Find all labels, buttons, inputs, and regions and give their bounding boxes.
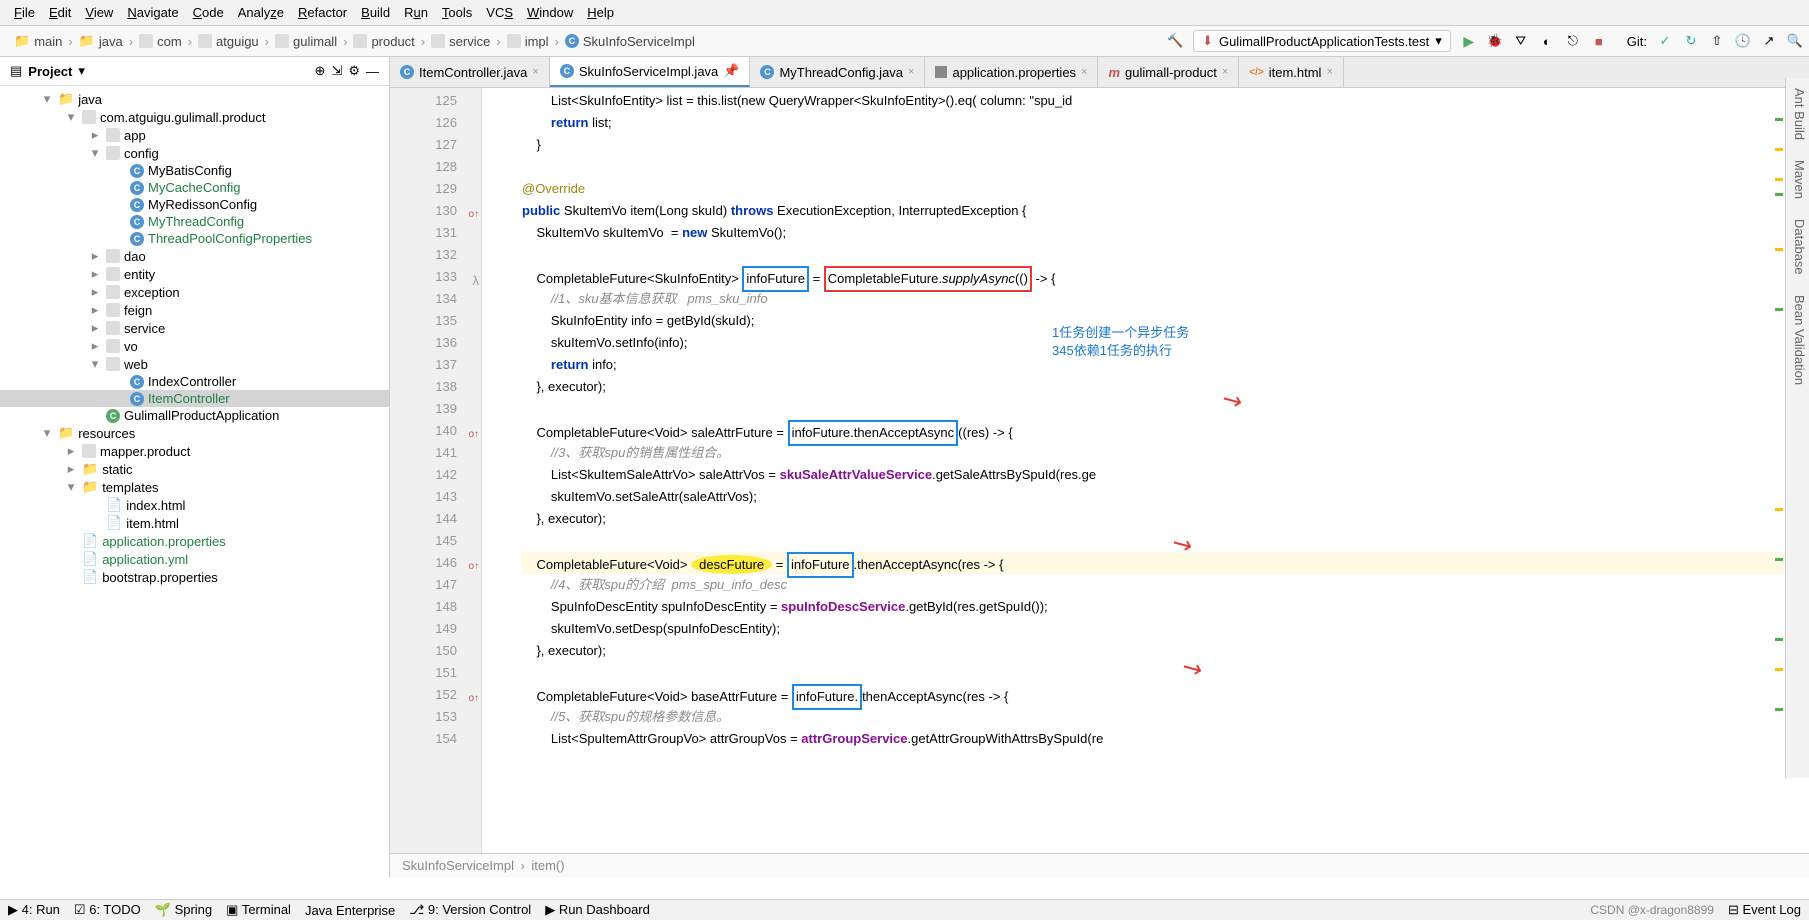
expand-icon[interactable]: ⇲ [331, 63, 342, 79]
tab-skuinfoservice[interactable]: CSkuInfoServiceImpl.java📌 [550, 57, 751, 87]
tab-itemhtml[interactable]: </>item.html× [1239, 57, 1344, 87]
status-run[interactable]: ▶ 4: Run [8, 902, 60, 918]
status-todo[interactable]: ☑ 6: TODO [74, 902, 141, 918]
crumb-service[interactable]: service [423, 32, 498, 51]
vcs-history-icon[interactable]: 🕓 [1735, 33, 1751, 49]
bean-validation-tab[interactable]: Bean Validation [1788, 295, 1807, 385]
hide-icon[interactable]: — [366, 64, 379, 79]
run-config-selector[interactable]: ⬇GulimallProductApplicationTests.test▾ [1193, 30, 1451, 52]
stop-icon[interactable]: ■ [1591, 33, 1607, 49]
menu-window[interactable]: Window [521, 3, 579, 22]
gutter: 125 126 127 128 129 130o↑ 131 132 133λ 1… [390, 88, 482, 853]
editor-tabs: CItemController.java× CSkuInfoServiceImp… [390, 57, 1809, 88]
menu-code[interactable]: Code [187, 3, 230, 22]
error-stripe[interactable] [1773, 108, 1785, 768]
crumb-product[interactable]: product [345, 32, 422, 51]
run-icon[interactable]: ▶ [1461, 33, 1477, 49]
lambda-icon[interactable]: λ [465, 270, 479, 284]
crumb-java[interactable]: 📁java [71, 31, 131, 51]
status-dash[interactable]: ▶ Run Dashboard [545, 902, 650, 918]
status-bar: ▶ 4: Run ☑ 6: TODO 🌱 Spring ▣ Terminal J… [0, 899, 1809, 920]
tree-item-itemcontroller[interactable]: CItemController [0, 390, 389, 407]
code-content[interactable]: List<SkuInfoEntity> list = this.list(new… [482, 88, 1809, 853]
locate-icon[interactable]: ⊕ [315, 63, 326, 79]
tab-mythreadconfig[interactable]: CMyThreadConfig.java× [750, 57, 925, 87]
menu-tools[interactable]: Tools [436, 3, 478, 22]
menu-help[interactable]: Help [581, 3, 620, 22]
build-icon[interactable]: 🔨 [1167, 33, 1183, 49]
cursor-highlight: descFuture [691, 555, 772, 574]
attach-icon[interactable]: ⎋ [1565, 33, 1581, 49]
crumb-com[interactable]: com [131, 32, 190, 51]
code-editor[interactable]: 125 126 127 128 129 130o↑ 131 132 133λ 1… [390, 88, 1809, 853]
menu-run[interactable]: Run [398, 3, 434, 22]
crumb-file[interactable]: CSkuInfoServiceImpl [557, 32, 703, 51]
vcs-update-icon[interactable]: ✓ [1657, 33, 1673, 49]
menu-vcs[interactable]: VCS [480, 3, 519, 22]
coverage-icon[interactable]: ⛛ [1513, 33, 1529, 49]
project-panel-icon: ▤ [10, 63, 22, 79]
menu-view[interactable]: View [79, 3, 119, 22]
editor-breadcrumb[interactable]: SkuInfoServiceImpl › item() [390, 853, 1809, 877]
status-vc[interactable]: ⎇ 9: Version Control [409, 902, 531, 918]
status-terminal[interactable]: ▣ Terminal [226, 902, 291, 918]
git-label: Git: [1627, 34, 1647, 49]
tab-gulimallproduct[interactable]: mgulimall-product× [1098, 57, 1239, 87]
menu-analyze[interactable]: Analyze [232, 3, 290, 22]
database-tab[interactable]: Database [1788, 219, 1807, 275]
vcs-new-icon[interactable]: ↗ [1761, 33, 1777, 49]
editor-area: CItemController.java× CSkuInfoServiceImp… [390, 57, 1809, 877]
profiler-icon[interactable]: ◐ [1539, 33, 1555, 49]
crumb-main[interactable]: 📁main [6, 31, 70, 51]
ant-build-tab[interactable]: Ant Build [1788, 88, 1807, 140]
nav-bar: 📁main› 📁java› com› atguigu› gulimall› pr… [0, 26, 1809, 57]
annotation-note: 1任务创建一个异步任务345依赖1任务的执行 [1052, 324, 1189, 360]
gear-icon[interactable]: ⚙ [348, 63, 360, 79]
menu-edit[interactable]: Edit [43, 3, 77, 22]
main-menu: FFileile Edit View Navigate Code Analyze… [0, 0, 1809, 26]
project-tool-window: ▤ Project ▾ ⊕ ⇲ ⚙ — ▾📁java ▾com.atguigu.… [0, 57, 390, 877]
vcs-push-icon[interactable]: ⇧ [1709, 33, 1725, 49]
vcs-commit-icon[interactable]: ↻ [1683, 33, 1699, 49]
menu-refactor[interactable]: Refactor [292, 3, 353, 22]
status-spring[interactable]: 🌱 Spring [155, 902, 212, 918]
status-java[interactable]: Java Enterprise [305, 903, 395, 918]
override-icon[interactable]: o↑ [465, 688, 479, 702]
crumb-impl[interactable]: impl [499, 32, 557, 51]
project-tree[interactable]: ▾📁java ▾com.atguigu.gulimall.product ▸ap… [0, 86, 389, 877]
project-title: Project [28, 64, 72, 79]
maven-tab[interactable]: Maven [1788, 160, 1807, 199]
override-icon[interactable]: o↑ [465, 204, 479, 218]
right-tool-strip: Ant Build Maven Database Bean Validation [1785, 78, 1809, 778]
search-icon[interactable]: 🔍 [1787, 33, 1803, 49]
tab-appprops[interactable]: application.properties× [925, 57, 1098, 87]
debug-icon[interactable]: 🐞 [1487, 33, 1503, 49]
watermark: CSDN @x-dragon8899 [1590, 903, 1714, 917]
menu-navigate[interactable]: Navigate [121, 3, 184, 22]
tab-itemcontroller[interactable]: CItemController.java× [390, 57, 550, 87]
menu-file[interactable]: FFileile [8, 3, 41, 22]
status-eventlog[interactable]: ⊟ Event Log [1728, 902, 1801, 918]
override-icon[interactable]: o↑ [465, 556, 479, 570]
menu-build[interactable]: Build [355, 3, 396, 22]
override-icon[interactable]: o↑ [465, 424, 479, 438]
crumb-gulimall[interactable]: gulimall [267, 32, 345, 51]
crumb-atguigu[interactable]: atguigu [190, 32, 267, 51]
